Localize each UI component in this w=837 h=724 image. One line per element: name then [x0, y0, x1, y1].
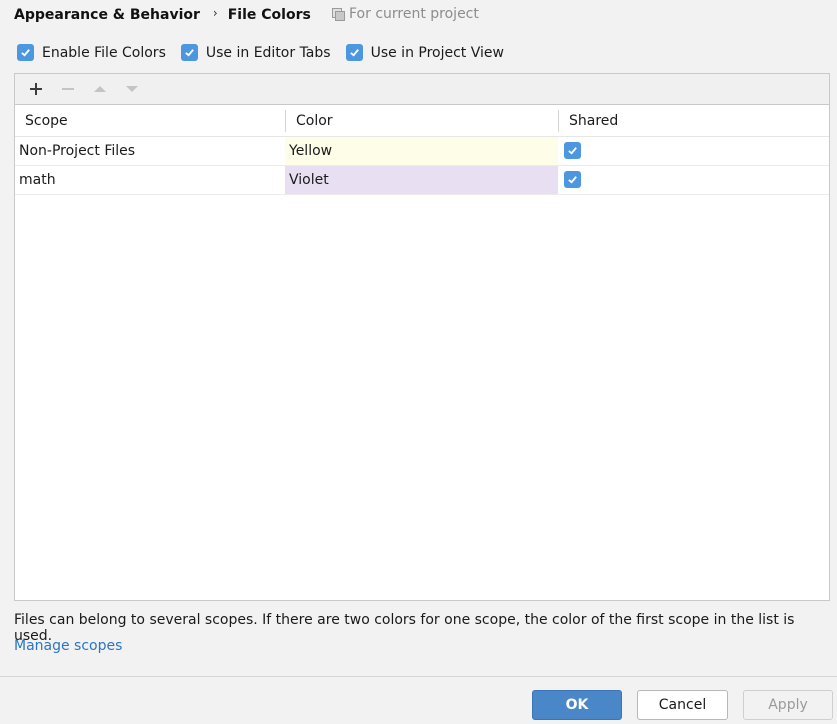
checkbox-checked-icon[interactable] — [180, 44, 198, 61]
scope-hint-text: For current project — [349, 6, 479, 22]
ok-button[interactable]: OK — [532, 690, 622, 720]
color-cell[interactable]: Yellow — [285, 136, 558, 166]
arrow-down-icon — [126, 86, 138, 92]
add-button[interactable] — [24, 77, 48, 101]
enable-file-colors-label: Enable File Colors — [42, 44, 166, 61]
table-row[interactable]: Non-Project Files Yellow — [15, 136, 829, 166]
color-cell[interactable]: Violet — [285, 165, 558, 195]
file-colors-panel: Scope Color Shared Non-Project Files Yel… — [14, 73, 830, 601]
move-down-button[interactable] — [120, 77, 144, 101]
breadcrumb-current: File Colors — [227, 7, 311, 23]
minus-icon — [62, 88, 74, 90]
move-up-button[interactable] — [88, 77, 112, 101]
plus-icon — [30, 83, 42, 95]
shared-cell — [558, 165, 829, 195]
table-row[interactable]: math Violet — [15, 165, 829, 195]
use-in-project-view-checkbox[interactable]: Use in Project View — [345, 44, 504, 61]
use-in-editor-tabs-label: Use in Editor Tabs — [205, 44, 331, 61]
shared-cell — [558, 136, 829, 166]
remove-button[interactable] — [56, 77, 80, 101]
enable-file-colors-checkbox[interactable]: Enable File Colors — [17, 44, 166, 61]
breadcrumb-separator-icon: › — [212, 6, 218, 20]
shared-checkbox[interactable] — [564, 142, 581, 159]
manage-scopes-link[interactable]: Manage scopes — [14, 638, 122, 654]
apply-button[interactable]: Apply — [743, 690, 833, 720]
scope-hint: For current project — [332, 6, 479, 22]
copy-icon — [332, 8, 345, 21]
cancel-button[interactable]: Cancel — [637, 690, 728, 720]
shared-checkbox[interactable] — [564, 171, 581, 188]
table-header: Scope Color Shared — [15, 105, 829, 137]
use-in-editor-tabs-checkbox[interactable]: Use in Editor Tabs — [180, 44, 331, 61]
use-in-project-view-label: Use in Project View — [370, 44, 504, 61]
file-colors-table: Scope Color Shared Non-Project Files Yel… — [15, 105, 829, 195]
info-text: Files can belong to several scopes. If t… — [14, 612, 795, 644]
checkbox-checked-icon[interactable] — [345, 44, 363, 61]
column-header-color[interactable]: Color — [285, 105, 558, 137]
breadcrumb: Appearance & Behavior › File Colors — [14, 6, 311, 24]
checkbox-checked-icon[interactable] — [17, 44, 34, 61]
column-header-shared[interactable]: Shared — [558, 105, 829, 137]
scope-cell[interactable]: math — [15, 165, 285, 195]
options-row: Enable File Colors Use in Editor Tabs Us… — [17, 44, 519, 61]
arrow-up-icon — [94, 86, 106, 92]
divider — [0, 676, 837, 677]
table-toolbar — [15, 74, 829, 105]
breadcrumb-parent[interactable]: Appearance & Behavior — [14, 7, 200, 23]
column-header-scope[interactable]: Scope — [15, 105, 285, 137]
scope-cell[interactable]: Non-Project Files — [15, 136, 285, 166]
